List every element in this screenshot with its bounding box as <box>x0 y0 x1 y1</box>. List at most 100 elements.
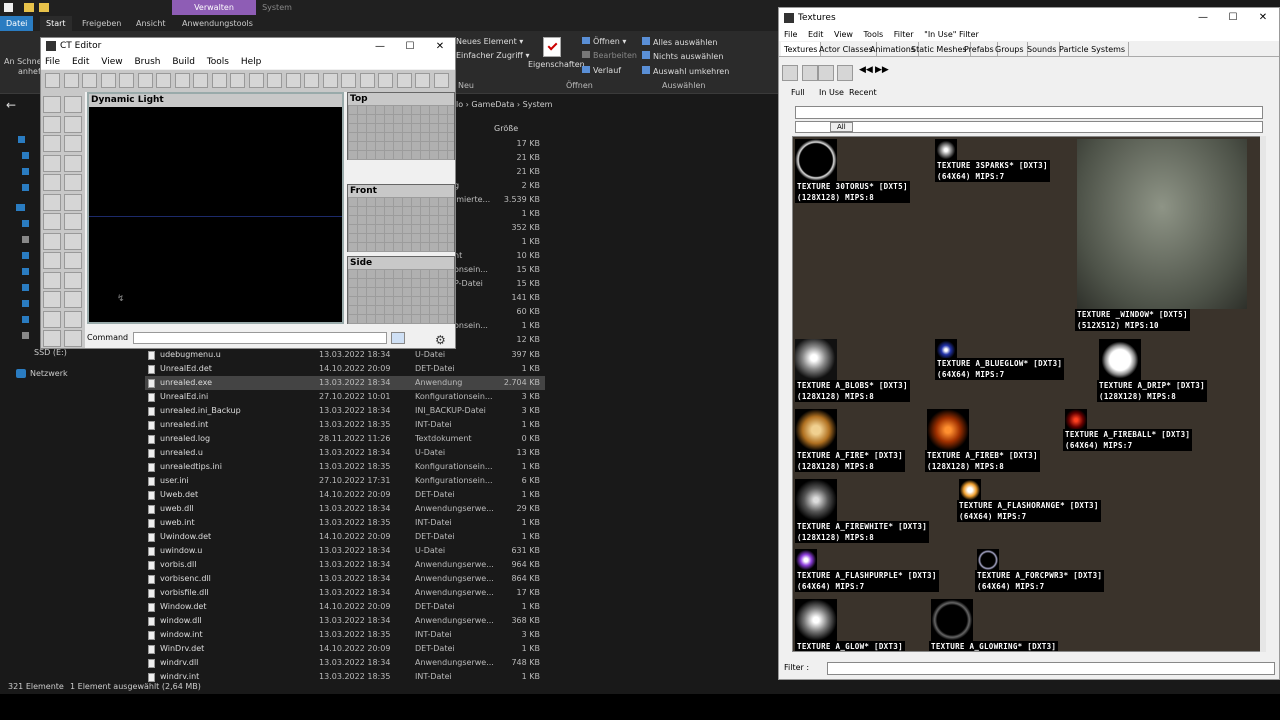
table-row[interactable]: UnrealEd.det 14.10.2022 20:09 DET-Datei 1 K… <box>145 362 545 376</box>
toolbar-tool-icon[interactable] <box>415 73 430 88</box>
close-icon[interactable]: ✕ <box>1248 8 1278 28</box>
toolbar-tool-icon[interactable] <box>378 73 393 88</box>
nav-ssd[interactable]: SSD (E:) <box>34 348 67 357</box>
breadcrumb-item[interactable]: GameData <box>471 100 514 109</box>
maximize-icon[interactable]: ☐ <box>395 38 425 55</box>
brush-tool-icon[interactable] <box>64 174 82 191</box>
minimize-icon[interactable]: — <box>1188 8 1218 28</box>
texture-label[interactable]: Texture a_forcpwr3* [DXT3] (64x64) Mips:7 <box>975 570 1105 592</box>
tab-verwalten[interactable]: Verwalten <box>172 0 256 15</box>
history-button[interactable]: Verlauf <box>582 66 621 75</box>
invert-selection-button[interactable]: Auswahl umkehren <box>642 66 729 76</box>
tab-start[interactable]: Start <box>40 16 72 31</box>
viewport-side-label[interactable]: Side <box>348 257 454 269</box>
menu-edit[interactable]: Edit <box>808 30 824 39</box>
toolbar-tool-icon[interactable] <box>137 73 153 88</box>
toolbar-tool-icon[interactable] <box>230 73 245 88</box>
toolbar-tool-icon[interactable] <box>267 73 282 88</box>
table-row[interactable]: UnrealEd.ini 27.10.2022 10:01 Konfiguratio… <box>145 390 545 404</box>
easy-access-button[interactable]: Einfacher Zugriff ▾ <box>456 51 530 60</box>
tab-groups[interactable]: Groups <box>992 42 1028 56</box>
download-icon[interactable] <box>22 168 29 175</box>
table-row[interactable]: unrealed.int 13.03.2022 18:35 INT-Datei 1 K… <box>145 418 545 432</box>
table-row[interactable]: unrealed.log 28.11.2022 11:26 Textdokument… <box>145 432 545 446</box>
subtab-in-use[interactable]: In Use <box>819 88 844 97</box>
select-all-button[interactable]: Alles auswählen <box>642 37 717 47</box>
table-row[interactable]: window.dll 13.03.2022 18:34 Anwendungserwe… <box>145 614 545 628</box>
table-row[interactable]: uweb.int 13.03.2022 18:35 INT-Datei 1 KB <box>145 516 545 530</box>
quick-access-icon[interactable] <box>4 3 13 12</box>
breadcrumb[interactable]: lo › GameData › System <box>456 100 552 109</box>
desktop-icon[interactable] <box>22 152 29 159</box>
viewport-label[interactable]: Dynamic Light <box>89 94 342 107</box>
menu-view[interactable]: View <box>834 30 853 39</box>
documents-2-icon[interactable] <box>22 268 29 275</box>
brush-tool-icon[interactable] <box>64 135 82 152</box>
brush-tool-icon[interactable] <box>43 174 61 191</box>
table-row[interactable]: windrv.dll 13.03.2022 18:34 Anwendungserwe… <box>145 656 545 670</box>
table-row[interactable]: Window.det 14.10.2022 20:09 DET-Datei 1 KB <box>145 600 545 614</box>
toolbar-tool-icon[interactable] <box>45 73 60 88</box>
folder-3d-icon[interactable] <box>22 220 29 227</box>
texture-label[interactable]: Texture a_drip* [DXT3] (128x128) Mips:8 <box>1097 380 1207 402</box>
toolbar-tool-icon[interactable] <box>341 73 356 88</box>
texture-thumbnail[interactable] <box>959 479 981 501</box>
table-row[interactable]: unrealedtips.ini 13.03.2022 18:35 Konfigur… <box>145 460 545 474</box>
menu-file[interactable]: File <box>784 30 797 39</box>
brush-tool-icon[interactable] <box>43 193 61 211</box>
subtab-recent[interactable]: Recent <box>849 88 877 97</box>
tab-ansicht[interactable]: Ansicht <box>130 16 172 31</box>
brush-tool-icon[interactable] <box>43 135 61 152</box>
texture-thumbnail[interactable] <box>1099 339 1141 381</box>
texture-thumbnail[interactable] <box>795 599 837 641</box>
toolbar-tool-icon[interactable] <box>433 73 449 88</box>
texture-thumbnail[interactable] <box>931 599 973 641</box>
folder-icon[interactable] <box>24 3 34 12</box>
brush-tool-icon[interactable] <box>64 213 82 230</box>
brush-tool-icon[interactable] <box>64 96 82 113</box>
table-row[interactable]: window.int 13.03.2022 18:35 INT-Datei 3 KB <box>145 628 545 642</box>
breadcrumb-item[interactable]: lo <box>456 100 463 109</box>
menu-filter[interactable]: Filter <box>894 30 914 39</box>
properties-icon[interactable] <box>837 65 853 81</box>
toolbar-tool-icon[interactable] <box>63 73 79 88</box>
maximize-icon[interactable]: ☐ <box>1218 8 1248 28</box>
toolbar-tool-icon[interactable] <box>100 73 116 88</box>
breadcrumb-item[interactable]: System <box>523 100 553 109</box>
texture-thumbnail[interactable] <box>1077 139 1247 309</box>
brush-tool-icon[interactable] <box>64 193 82 211</box>
menu-tools[interactable]: Tools <box>864 30 884 39</box>
subtab-full[interactable]: Full <box>791 88 805 97</box>
toolbar-tool-icon[interactable] <box>193 73 208 88</box>
texture-grid[interactable]: Texture 30torus* [DXT5] (128x128) Mips:8 T… <box>792 136 1266 652</box>
menu-tools[interactable]: Tools <box>207 57 229 67</box>
fast-forward-icon[interactable]: ▶▶ <box>875 65 889 75</box>
brush-tool-icon[interactable] <box>64 271 82 289</box>
texture-label[interactable]: Texture a_glow* [DXT3] <box>795 641 905 651</box>
menu-edit[interactable]: Edit <box>72 57 89 67</box>
table-row[interactable]: user.ini 27.10.2022 17:31 Konfigurationsei… <box>145 474 545 488</box>
brush-tool-icon[interactable] <box>64 252 82 269</box>
brush-tool-icon[interactable] <box>64 310 82 328</box>
texture-label[interactable]: Texture a_flashorange* [DXT3] (64x64) Mip… <box>957 500 1101 522</box>
brush-tool-icon[interactable] <box>43 96 61 113</box>
close-icon[interactable]: ✕ <box>425 38 455 55</box>
star-icon[interactable] <box>18 136 25 143</box>
open-icon[interactable] <box>802 65 818 81</box>
brush-tool-icon[interactable] <box>43 252 61 269</box>
texture-label[interactable]: Texture a_fireb* [DXT3] (128x128) Mips:8 <box>925 450 1040 472</box>
brush-tool-icon[interactable] <box>43 213 61 230</box>
texture-thumbnail[interactable] <box>795 479 837 521</box>
back-arrow-icon[interactable]: ← <box>6 98 16 112</box>
settings-icon[interactable]: ⚙ <box>435 330 446 350</box>
downloads-2-icon[interactable] <box>22 284 29 291</box>
menu-in-use-filter[interactable]: "In Use" Filter <box>924 30 979 39</box>
scrollbar[interactable] <box>1260 136 1266 652</box>
toolbar-tool-icon[interactable] <box>82 73 97 88</box>
brush-tool-icon[interactable] <box>43 291 61 308</box>
import-icon[interactable] <box>782 65 798 81</box>
texture-thumbnail[interactable] <box>795 549 817 571</box>
viewport-side[interactable]: Side <box>347 256 455 324</box>
brush-tool-icon[interactable] <box>43 310 61 328</box>
menu-brush[interactable]: Brush <box>134 57 160 67</box>
